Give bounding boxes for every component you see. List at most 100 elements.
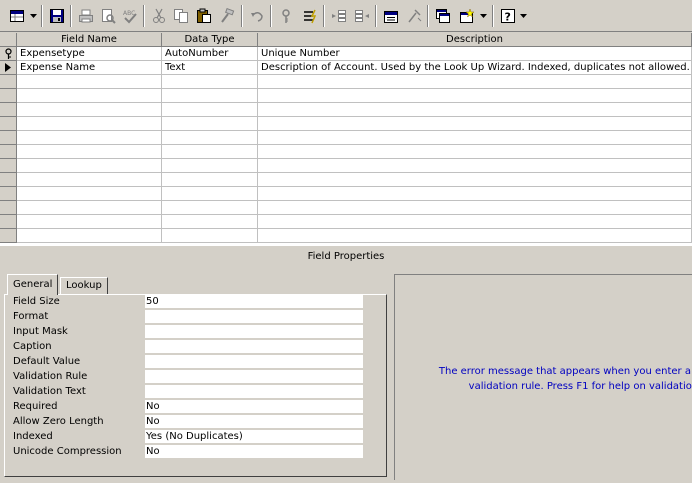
view-icon[interactable] <box>6 5 27 26</box>
data-type-cell[interactable] <box>162 229 258 243</box>
column-header-description[interactable]: Description <box>258 33 692 47</box>
property-value-field[interactable]: No <box>145 400 363 413</box>
description-cell[interactable] <box>258 229 692 243</box>
insert-rows-icon[interactable] <box>328 5 349 26</box>
property-row: Input Mask <box>13 324 365 339</box>
data-type-cell[interactable]: AutoNumber <box>162 47 258 61</box>
field-name-cell[interactable] <box>17 117 162 131</box>
property-value-field[interactable]: 50 <box>145 295 363 308</box>
data-type-cell[interactable] <box>162 145 258 159</box>
field-name-cell[interactable] <box>17 187 162 201</box>
format-painter-icon[interactable] <box>216 5 237 26</box>
help-dropdown-arrow[interactable] <box>518 5 528 26</box>
copy-icon[interactable] <box>170 5 191 26</box>
field-name-cell[interactable] <box>17 159 162 173</box>
property-value-field[interactable]: Yes (No Duplicates) <box>145 430 363 443</box>
property-value-field[interactable] <box>145 325 363 338</box>
row-selector[interactable] <box>0 173 17 187</box>
new-object-dropdown-arrow[interactable] <box>478 5 488 26</box>
description-cell[interactable]: Unique Number <box>258 47 692 61</box>
field-name-cell[interactable] <box>17 173 162 187</box>
database-window-icon[interactable] <box>432 5 453 26</box>
tab-lookup[interactable]: Lookup <box>60 277 108 294</box>
data-type-cell[interactable] <box>162 159 258 173</box>
description-cell[interactable] <box>258 117 692 131</box>
description-cell[interactable] <box>258 159 692 173</box>
data-type-cell[interactable] <box>162 89 258 103</box>
field-name-cell[interactable] <box>17 215 162 229</box>
description-cell[interactable] <box>258 89 692 103</box>
spelling-icon[interactable]: ABC <box>119 5 140 26</box>
toolbar: ABC ? <box>0 0 692 32</box>
field-name-cell[interactable] <box>17 229 162 243</box>
description-cell[interactable] <box>258 103 692 117</box>
property-value-field[interactable] <box>145 370 363 383</box>
toolbar-separator <box>143 5 145 27</box>
properties-icon[interactable] <box>380 5 401 26</box>
property-value-field[interactable] <box>145 355 363 368</box>
indexes-icon[interactable] <box>299 5 320 26</box>
row-selector[interactable] <box>0 47 17 61</box>
column-header-data-type[interactable]: Data Type <box>162 33 258 47</box>
delete-rows-icon[interactable] <box>351 5 372 26</box>
primary-key-icon[interactable] <box>275 5 296 26</box>
property-value-field[interactable] <box>145 310 363 323</box>
column-header-field-name[interactable]: Field Name <box>17 33 162 47</box>
row-selector[interactable] <box>0 89 17 103</box>
grid-corner[interactable] <box>0 33 17 47</box>
field-name-cell[interactable] <box>17 131 162 145</box>
row-selector[interactable] <box>0 229 17 243</box>
row-selector[interactable] <box>0 215 17 229</box>
tab-general[interactable]: General <box>7 274 59 295</box>
description-cell[interactable]: Description of Account. Used by the Look… <box>258 61 692 75</box>
description-cell[interactable] <box>258 145 692 159</box>
property-row: Required No <box>13 399 365 414</box>
row-selector[interactable] <box>0 187 17 201</box>
description-cell[interactable] <box>258 75 692 89</box>
row-selector[interactable] <box>0 201 17 215</box>
help-icon[interactable]: ? <box>497 5 518 26</box>
description-cell[interactable] <box>258 215 692 229</box>
row-selector[interactable] <box>0 159 17 173</box>
description-cell[interactable] <box>258 173 692 187</box>
row-selector[interactable] <box>0 103 17 117</box>
data-type-cell[interactable]: Text <box>162 61 258 75</box>
data-type-cell[interactable] <box>162 103 258 117</box>
print-icon[interactable] <box>75 5 96 26</box>
field-name-cell[interactable] <box>17 75 162 89</box>
property-value-field[interactable] <box>145 385 363 398</box>
view-dropdown-arrow[interactable] <box>28 5 38 26</box>
data-type-cell[interactable] <box>162 173 258 187</box>
undo-icon[interactable] <box>246 5 267 26</box>
description-cell[interactable] <box>258 201 692 215</box>
data-type-cell[interactable] <box>162 117 258 131</box>
row-selector[interactable] <box>0 131 17 145</box>
field-name-cell[interactable] <box>17 103 162 117</box>
row-selector[interactable] <box>0 145 17 159</box>
field-name-cell[interactable] <box>17 89 162 103</box>
field-name-cell[interactable]: Expensetype <box>17 47 162 61</box>
property-value-field[interactable]: No <box>145 415 363 428</box>
save-icon[interactable] <box>46 5 67 26</box>
data-type-cell[interactable] <box>162 201 258 215</box>
field-name-cell[interactable]: Expense Name <box>17 61 162 75</box>
data-type-cell[interactable] <box>162 187 258 201</box>
data-type-cell[interactable] <box>162 75 258 89</box>
new-object-icon[interactable] <box>456 5 477 26</box>
cut-icon[interactable] <box>148 5 169 26</box>
property-value-field[interactable]: No <box>145 445 363 458</box>
description-cell[interactable] <box>258 131 692 145</box>
property-label: Default Value <box>13 356 81 367</box>
row-selector[interactable] <box>0 75 17 89</box>
field-name-cell[interactable] <box>17 145 162 159</box>
build-icon[interactable] <box>403 5 424 26</box>
row-selector[interactable] <box>0 61 17 75</box>
print-preview-icon[interactable] <box>97 5 118 26</box>
property-value-field[interactable] <box>145 340 363 353</box>
data-type-cell[interactable] <box>162 131 258 145</box>
data-type-cell[interactable] <box>162 215 258 229</box>
field-name-cell[interactable] <box>17 201 162 215</box>
description-cell[interactable] <box>258 187 692 201</box>
row-selector[interactable] <box>0 117 17 131</box>
paste-icon[interactable] <box>193 5 214 26</box>
